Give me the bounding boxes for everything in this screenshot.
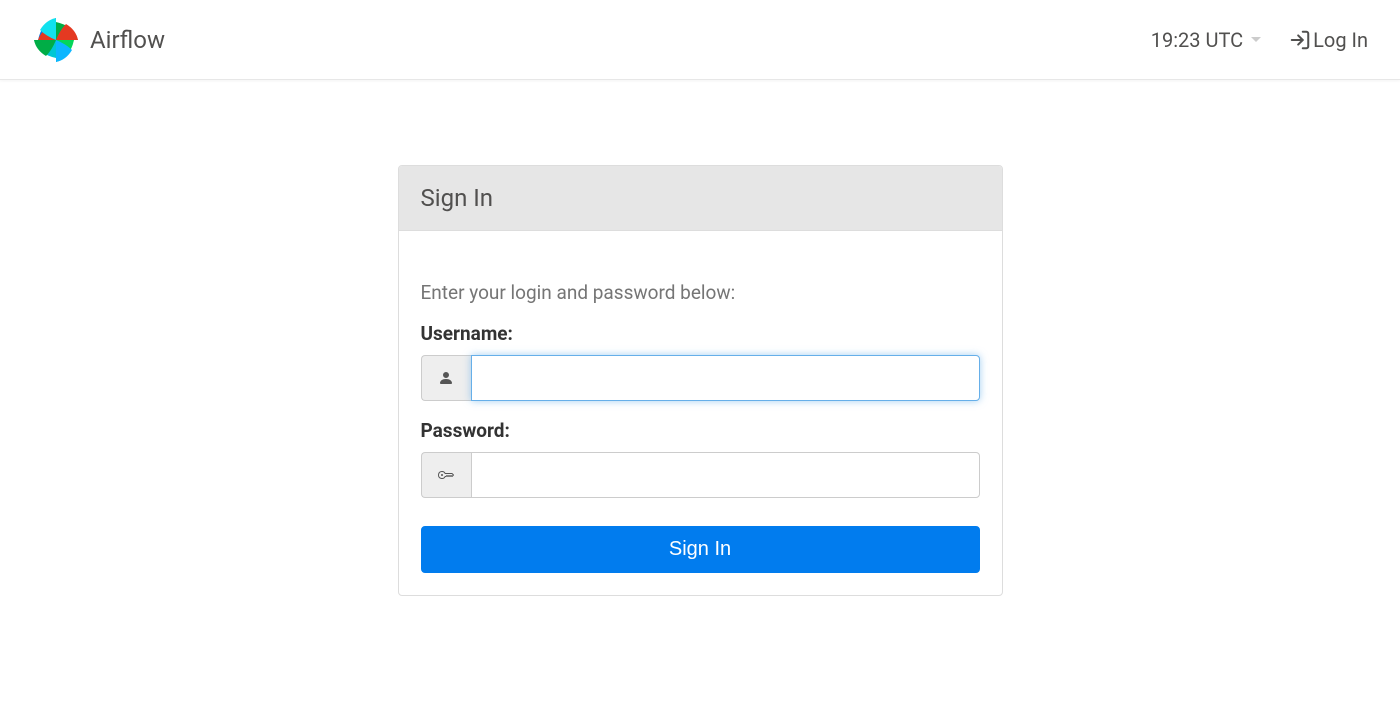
signin-panel: Sign In Enter your login and password be…	[398, 165, 1003, 596]
password-input-group	[421, 452, 980, 498]
username-group: Username:	[421, 322, 980, 401]
time-text: 19:23 UTC	[1151, 28, 1243, 52]
user-icon	[438, 370, 454, 386]
password-input[interactable]	[471, 452, 980, 498]
time-dropdown[interactable]: 19:23 UTC	[1151, 28, 1261, 52]
key-icon	[438, 467, 454, 483]
help-text: Enter your login and password below:	[421, 281, 980, 304]
panel-heading: Sign In	[399, 166, 1002, 231]
password-label: Password:	[421, 419, 980, 442]
navbar-brand[interactable]: Airflow	[32, 16, 165, 64]
username-label: Username:	[421, 322, 980, 345]
brand-name: Airflow	[90, 26, 165, 54]
login-icon	[1289, 29, 1311, 51]
signin-button[interactable]: Sign In	[421, 526, 980, 573]
panel-title: Sign In	[421, 184, 980, 212]
username-input[interactable]	[471, 355, 980, 401]
password-group: Password:	[421, 419, 980, 498]
username-addon	[421, 355, 471, 401]
username-input-group	[421, 355, 980, 401]
navbar: Airflow 19:23 UTC Log In	[0, 0, 1400, 80]
panel-body: Enter your login and password below: Use…	[399, 231, 1002, 595]
password-addon	[421, 452, 471, 498]
main-container: Sign In Enter your login and password be…	[0, 80, 1400, 596]
airflow-logo-icon	[32, 16, 80, 64]
login-link-text: Log In	[1313, 28, 1368, 52]
navbar-right: 19:23 UTC Log In	[1151, 28, 1368, 52]
login-link[interactable]: Log In	[1289, 28, 1368, 52]
chevron-down-icon	[1251, 37, 1261, 42]
